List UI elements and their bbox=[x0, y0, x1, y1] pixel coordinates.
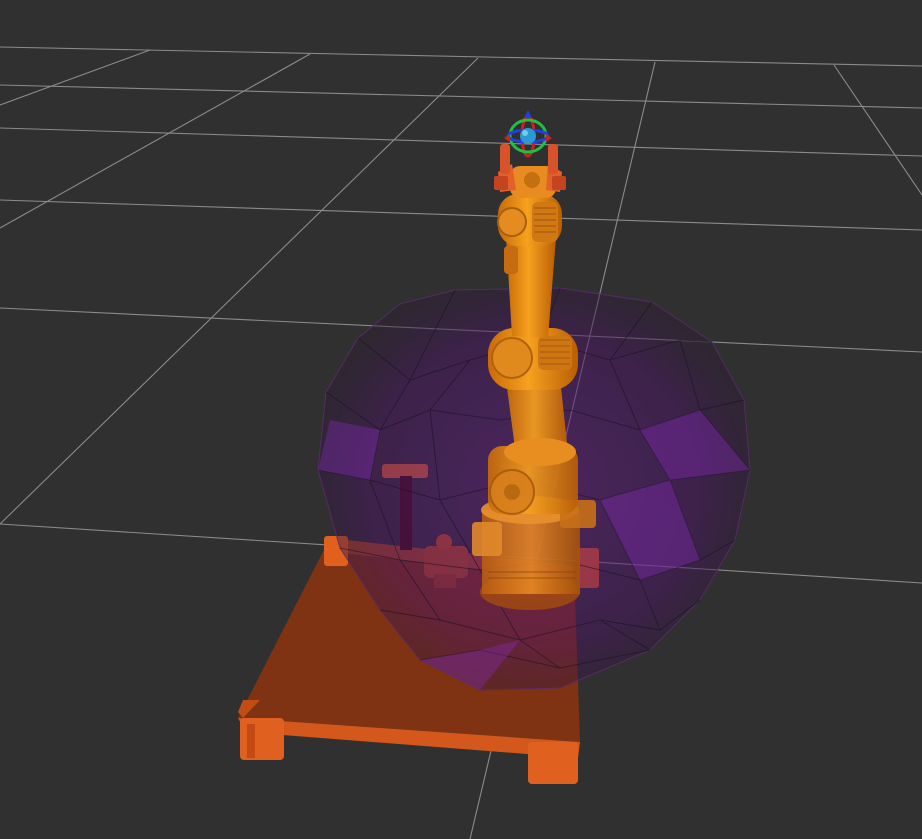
3d-viewport[interactable] bbox=[0, 0, 922, 839]
marker-center-sphere[interactable] bbox=[520, 128, 536, 144]
marker-arrow-z[interactable] bbox=[524, 110, 532, 118]
robot-wrist bbox=[497, 194, 562, 246]
interactive-marker[interactable] bbox=[504, 110, 552, 158]
robot-forearm bbox=[504, 236, 556, 338]
robot-elbow-joint bbox=[488, 328, 578, 390]
